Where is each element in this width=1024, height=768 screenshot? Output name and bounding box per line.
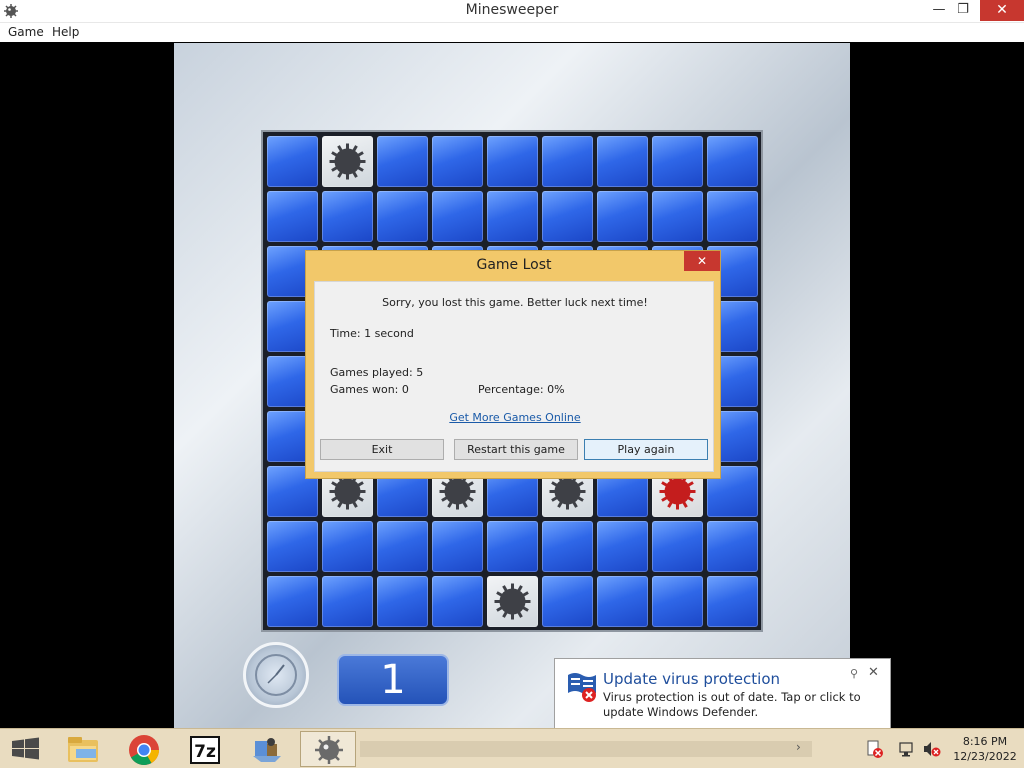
games-won-stat: Games won: 0: [330, 383, 409, 396]
file-explorer-icon[interactable]: [58, 731, 114, 767]
unrevealed-cell[interactable]: [267, 136, 318, 187]
notification-body: Virus protection is out of date. Tap or …: [603, 690, 861, 719]
unrevealed-cell[interactable]: [377, 576, 428, 627]
virus-protection-notification[interactable]: Update virus protection Virus protection…: [554, 658, 891, 729]
unrevealed-cell[interactable]: [322, 576, 373, 627]
unrevealed-cell[interactable]: [432, 191, 483, 242]
unrevealed-cell[interactable]: [432, 521, 483, 572]
unrevealed-cell[interactable]: [432, 576, 483, 627]
clock-date: 12/23/2022: [953, 750, 1017, 763]
unrevealed-cell[interactable]: [652, 191, 703, 242]
volume-muted-icon[interactable]: [924, 742, 941, 757]
notification-pin-icon[interactable]: ⚲: [850, 667, 858, 680]
unrevealed-cell[interactable]: [267, 191, 318, 242]
menu-help[interactable]: Help: [52, 25, 79, 39]
time-stat: Time: 1 second: [330, 327, 414, 340]
unrevealed-cell[interactable]: [652, 576, 703, 627]
notification-title: Update virus protection: [603, 670, 781, 688]
unrevealed-cell[interactable]: [597, 576, 648, 627]
dialog-message: Sorry, you lost this game. Better luck n…: [382, 296, 648, 309]
dialog-title: Game Lost: [476, 257, 552, 273]
taskbar: 7z › 8:16 PM 12/23/2022: [0, 728, 1024, 768]
unrevealed-cell[interactable]: [487, 136, 538, 187]
network-tray-icon[interactable]: [899, 742, 913, 757]
screen: Minesweeper — ❐ ✕ Game Help 1 Game Lost …: [0, 0, 1024, 768]
games-played-stat: Games played: 5: [330, 366, 424, 379]
unrevealed-cell[interactable]: [707, 191, 758, 242]
taskbar-scrollbar[interactable]: ›: [360, 740, 812, 757]
window-title: Minesweeper: [465, 2, 559, 18]
unrevealed-cell[interactable]: [707, 576, 758, 627]
title-bar: Minesweeper — ❐ ✕: [0, 0, 1024, 23]
minesweeper-taskbar-icon[interactable]: [300, 731, 356, 767]
mine-icon: [329, 143, 366, 180]
exit-button[interactable]: Exit: [320, 439, 444, 460]
unrevealed-cell[interactable]: [707, 136, 758, 187]
percentage-stat: Percentage: 0%: [478, 383, 565, 396]
unrevealed-cell[interactable]: [267, 521, 318, 572]
unrevealed-cell[interactable]: [597, 521, 648, 572]
mine-icon: [494, 583, 531, 620]
windows-start-icon[interactable]: [0, 729, 52, 768]
unrevealed-cell[interactable]: [542, 191, 593, 242]
unrevealed-cell[interactable]: [597, 136, 648, 187]
unrevealed-cell[interactable]: [487, 191, 538, 242]
unrevealed-cell[interactable]: [432, 136, 483, 187]
unrevealed-cell[interactable]: [652, 136, 703, 187]
close-button[interactable]: ✕: [980, 0, 1024, 21]
unrevealed-cell[interactable]: [322, 521, 373, 572]
network-app-icon[interactable]: [238, 731, 294, 767]
unrevealed-cell[interactable]: [377, 521, 428, 572]
scroll-right-arrow[interactable]: ›: [796, 740, 801, 754]
unrevealed-cell[interactable]: [707, 521, 758, 572]
maximize-button[interactable]: ❐: [948, 0, 978, 21]
system-tray: [866, 739, 946, 759]
unrevealed-cell[interactable]: [377, 191, 428, 242]
get-more-games-link[interactable]: Get More Games Online: [315, 411, 715, 424]
mine-cell[interactable]: [322, 136, 373, 187]
unrevealed-cell[interactable]: [377, 136, 428, 187]
notification-close-button[interactable]: ✕: [868, 665, 879, 680]
unrevealed-cell[interactable]: [652, 521, 703, 572]
chrome-icon[interactable]: [115, 731, 171, 767]
unrevealed-cell[interactable]: [542, 136, 593, 187]
unrevealed-cell[interactable]: [597, 191, 648, 242]
unrevealed-cell[interactable]: [322, 191, 373, 242]
unrevealed-cell[interactable]: [267, 576, 318, 627]
menu-game[interactable]: Game: [8, 25, 44, 39]
system-clock[interactable]: 8:16 PM 12/23/2022: [948, 734, 1022, 764]
timer-clock-icon: [243, 642, 309, 708]
7zip-label: 7z: [194, 742, 216, 762]
unrevealed-cell[interactable]: [487, 521, 538, 572]
dialog-body: Sorry, you lost this game. Better luck n…: [314, 281, 714, 472]
menu-bar: Game Help: [0, 23, 1024, 42]
play-again-button[interactable]: Play again: [584, 439, 708, 460]
restart-game-button[interactable]: Restart this game: [454, 439, 578, 460]
game-lost-dialog: Game Lost ✕ Sorry, you lost this game. B…: [305, 250, 721, 479]
clock-time: 8:16 PM: [962, 735, 1008, 748]
unrevealed-cell[interactable]: [542, 521, 593, 572]
timer-display: 1: [337, 654, 449, 706]
7zip-icon[interactable]: 7z: [177, 731, 233, 767]
unrevealed-cell[interactable]: [542, 576, 593, 627]
dialog-close-button[interactable]: ✕: [684, 251, 720, 271]
windows-defender-flag-icon: [568, 673, 596, 702]
action-center-warning-icon[interactable]: [867, 740, 883, 758]
mine-cell[interactable]: [487, 576, 538, 627]
